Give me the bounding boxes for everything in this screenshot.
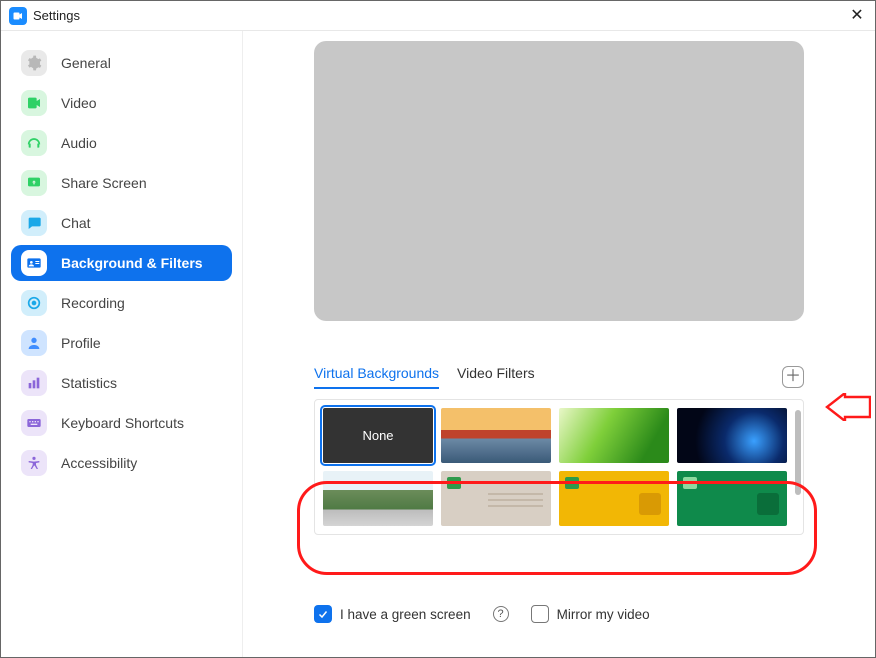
chat-icon: [21, 210, 47, 236]
green-screen-label: I have a green screen: [340, 607, 471, 622]
sidebar-item-keyboard-shortcuts[interactable]: Keyboard Shortcuts: [11, 405, 232, 441]
sidebar-item-chat[interactable]: Chat: [11, 205, 232, 241]
green-screen-checkbox[interactable]: I have a green screen: [314, 605, 471, 623]
titlebar-left: Settings: [9, 7, 80, 25]
checkbox-checked-icon: [314, 605, 332, 623]
keyboard-icon: [21, 410, 47, 436]
audio-icon: [21, 130, 47, 156]
titlebar: Settings ✕: [1, 1, 875, 31]
stats-icon: [21, 370, 47, 396]
profile-card-icon: [21, 250, 47, 276]
help-icon[interactable]: ?: [493, 606, 509, 622]
user-icon: [21, 330, 47, 356]
sidebar-item-label: Profile: [61, 335, 101, 351]
thumb-label: None: [362, 428, 393, 443]
settings-window: Settings ✕ General Video Audi: [0, 0, 876, 658]
sidebar-item-profile[interactable]: Profile: [11, 325, 232, 361]
sidebar-item-background-filters[interactable]: Background & Filters: [11, 245, 232, 281]
mirror-label: Mirror my video: [557, 607, 650, 622]
sidebar-item-statistics[interactable]: Statistics: [11, 365, 232, 401]
sidebar: General Video Audio Share Screen: [1, 31, 243, 657]
video-icon: [21, 90, 47, 116]
background-thumb-green-slide[interactable]: [677, 471, 787, 526]
sidebar-item-audio[interactable]: Audio: [11, 125, 232, 161]
record-icon: [21, 290, 47, 316]
background-thumb-golden-gate[interactable]: [441, 408, 551, 463]
gear-icon: [21, 50, 47, 76]
body: General Video Audio Share Screen: [1, 31, 875, 657]
tab-video-filters[interactable]: Video Filters: [457, 365, 535, 389]
annotation-arrow: [825, 393, 871, 421]
sidebar-item-label: Background & Filters: [61, 255, 203, 271]
sidebar-item-label: Statistics: [61, 375, 117, 391]
tabs-row: Virtual Backgrounds Video Filters ＋: [314, 365, 804, 389]
sidebar-item-label: Chat: [61, 215, 91, 231]
sidebar-item-share-screen[interactable]: Share Screen: [11, 165, 232, 201]
background-thumb-orange-slide[interactable]: [559, 471, 669, 526]
sidebar-item-general[interactable]: General: [11, 45, 232, 81]
sidebar-item-label: Keyboard Shortcuts: [61, 415, 184, 431]
tab-virtual-backgrounds[interactable]: Virtual Backgrounds: [314, 365, 439, 389]
background-thumb-beige-slide[interactable]: [441, 471, 551, 526]
backgrounds-scrollbar[interactable]: [795, 410, 801, 524]
backgrounds-list: None: [314, 399, 804, 535]
window-title: Settings: [33, 8, 80, 23]
sidebar-item-label: Accessibility: [61, 455, 137, 471]
footer-options: I have a green screen ? Mirror my video: [314, 605, 804, 623]
accessibility-icon: [21, 450, 47, 476]
sidebar-item-label: Recording: [61, 295, 125, 311]
background-thumb-earth-space[interactable]: [677, 408, 787, 463]
sidebar-item-label: Video: [61, 95, 97, 111]
sidebar-item-label: Audio: [61, 135, 97, 151]
sidebar-item-video[interactable]: Video: [11, 85, 232, 121]
mirror-video-checkbox[interactable]: Mirror my video: [531, 605, 650, 623]
checkbox-unchecked-icon: [531, 605, 549, 623]
background-thumb-campus-hill[interactable]: [323, 471, 433, 526]
close-button[interactable]: ✕: [847, 6, 867, 26]
sidebar-item-accessibility[interactable]: Accessibility: [11, 445, 232, 481]
main-panel: Virtual Backgrounds Video Filters ＋ None: [243, 31, 875, 657]
video-preview: [314, 41, 804, 321]
background-thumb-grass[interactable]: [559, 408, 669, 463]
share-screen-icon: [21, 170, 47, 196]
sidebar-item-label: General: [61, 55, 111, 71]
sidebar-item-label: Share Screen: [61, 175, 147, 191]
add-background-button[interactable]: ＋: [782, 366, 804, 388]
sidebar-item-recording[interactable]: Recording: [11, 285, 232, 321]
scrollbar-handle[interactable]: [795, 410, 801, 495]
background-thumb-none[interactable]: None: [323, 408, 433, 463]
app-icon: [9, 7, 27, 25]
tabs: Virtual Backgrounds Video Filters: [314, 365, 782, 389]
